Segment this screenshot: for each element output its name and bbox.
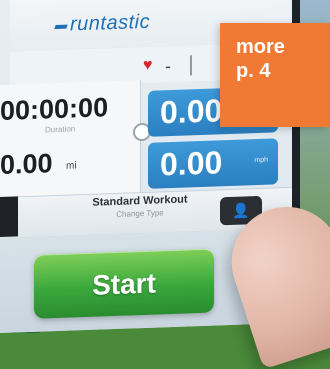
heart-icon: ♥ <box>143 56 153 75</box>
more-badge: more p. 4 <box>220 23 330 127</box>
speed-avg-value: 0.00 <box>160 144 223 183</box>
duration-label: Duration <box>45 124 76 135</box>
app-title: runtastic <box>70 10 151 36</box>
badge-line-2: p. 4 <box>236 60 271 82</box>
start-button-label: Start <box>92 267 156 301</box>
status-divider <box>190 55 192 76</box>
speed-avg-box: 0.00 mph <box>148 138 278 189</box>
left-toggle[interactable] <box>0 196 18 237</box>
speed-unit-label-avg: mph <box>254 156 268 165</box>
distance-unit: mi <box>66 160 77 172</box>
speed-current-value: 0.00 <box>160 92 223 131</box>
duration-value: 00:00:00 <box>0 92 109 126</box>
distance-value: 0.00 <box>0 148 53 180</box>
runtastic-logo-icon <box>54 24 68 30</box>
heart-rate-value: - <box>165 56 171 77</box>
badge-line-1: more <box>236 36 285 58</box>
